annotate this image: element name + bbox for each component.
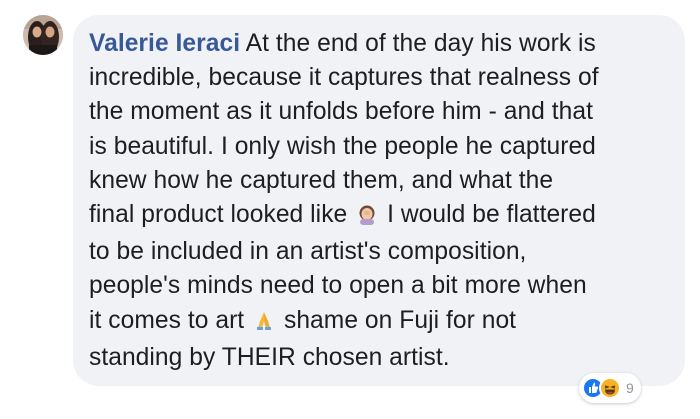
folded-hands-emoji bbox=[253, 307, 275, 341]
comment-bubble: Valerie Ieraci At the end of the day his… bbox=[73, 15, 685, 386]
comment-author[interactable]: Valerie Ieraci bbox=[89, 30, 240, 57]
haha-icon bbox=[599, 377, 621, 399]
woman-facepalming-emoji bbox=[356, 201, 378, 235]
comment: Valerie Ieraci At the end of the day his… bbox=[0, 0, 700, 419]
comment-body: Valerie Ieraci At the end of the day his… bbox=[89, 27, 673, 375]
avatar-image bbox=[23, 15, 63, 55]
comment-text-part1: At the end of the day his work is incred… bbox=[89, 30, 599, 229]
reactions-summary[interactable]: 9 bbox=[579, 373, 641, 403]
avatar[interactable] bbox=[23, 15, 63, 55]
reaction-count: 9 bbox=[626, 380, 634, 396]
